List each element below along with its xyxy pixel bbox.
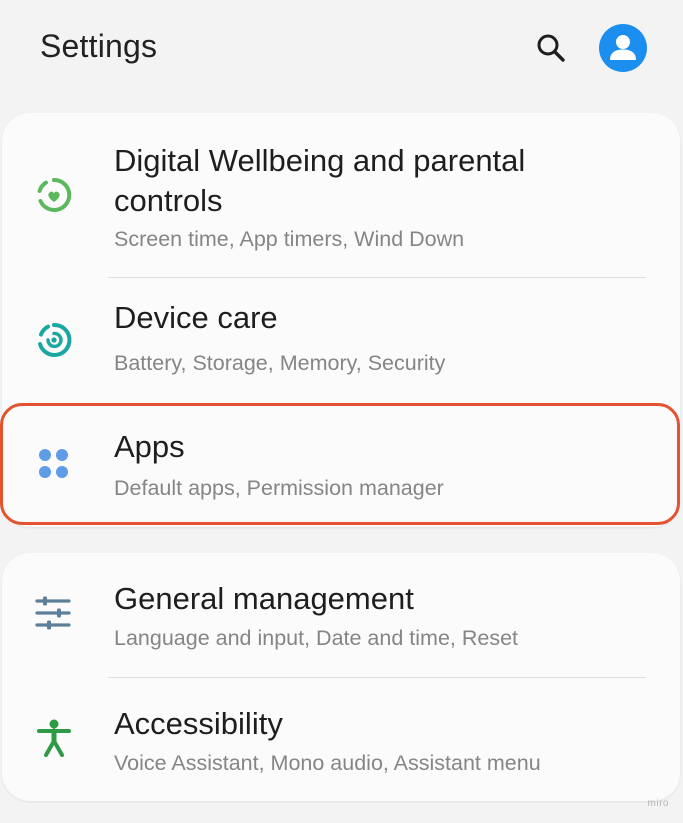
settings-item-title: Accessibility [114, 706, 283, 741]
settings-item-device-care[interactable]: Device care Battery, Storage, Memory, Se… [2, 278, 680, 402]
settings-item-subtitle: Screen time, App timers, Wind Down [114, 227, 465, 251]
digital-wellbeing-icon [32, 173, 76, 217]
settings-item-title: Device care [114, 300, 278, 335]
avatar[interactable] [599, 24, 647, 72]
device-care-icon [32, 318, 76, 362]
apps-icon [32, 442, 76, 486]
settings-item-title: Digital Wellbeing and parental controls [114, 143, 526, 218]
settings-item-title: Apps [114, 429, 185, 464]
settings-group-2: General management Language and input, D… [2, 553, 680, 801]
settings-group-1: Digital Wellbeing and parental controls … [2, 113, 680, 527]
settings-item-title: General management [114, 581, 414, 616]
header: Settings [0, 0, 683, 100]
settings-item-subtitle: Voice Assistant, Mono audio, Assistant m… [114, 751, 541, 775]
settings-screen: Settings Digital Wellbeing and parental … [0, 0, 683, 823]
settings-item-subtitle: Default apps, Permission manager [114, 476, 444, 500]
page-title: Settings [40, 28, 158, 64]
settings-item-general-management[interactable]: General management Language and input, D… [2, 553, 680, 676]
settings-item-subtitle: Language and input, Date and time, Reset [114, 626, 519, 650]
search-icon[interactable] [534, 31, 568, 65]
settings-item-apps[interactable]: Apps Default apps, Permission manager [2, 405, 680, 527]
settings-item-subtitle: Battery, Storage, Memory, Security [114, 351, 446, 375]
accessibility-icon [32, 716, 76, 760]
watermark: miro [647, 798, 669, 809]
sliders-icon [32, 591, 76, 635]
person-icon [610, 35, 636, 60]
settings-item-accessibility[interactable]: Accessibility Voice Assistant, Mono audi… [2, 678, 680, 801]
settings-item-digital-wellbeing[interactable]: Digital Wellbeing and parental controls … [2, 113, 680, 277]
